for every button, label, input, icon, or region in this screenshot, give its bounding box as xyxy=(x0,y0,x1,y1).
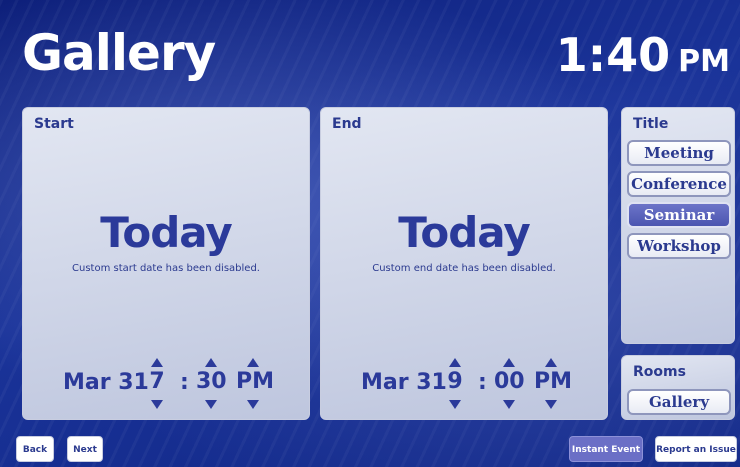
end-hour-stepper: 9 xyxy=(440,356,470,409)
instant-event-button[interactable]: Instant Event xyxy=(569,436,643,462)
end-ampm-stepper: PM xyxy=(534,356,573,409)
start-hour-down-icon[interactable] xyxy=(151,400,163,409)
end-minute-up-icon[interactable] xyxy=(503,358,515,367)
end-minute-stepper: 00 xyxy=(494,356,525,409)
end-minute-down-icon[interactable] xyxy=(503,400,515,409)
start-hour-stepper: 7 xyxy=(142,356,172,409)
start-today: Today xyxy=(100,208,232,257)
title-option-workshop[interactable]: Workshop xyxy=(627,233,731,259)
start-minute-up-icon[interactable] xyxy=(205,358,217,367)
start-ampm-down-icon[interactable] xyxy=(247,400,259,409)
room-option-gallery[interactable]: Gallery xyxy=(627,389,731,415)
end-hour-down-icon[interactable] xyxy=(449,400,461,409)
start-label: Start xyxy=(34,116,74,132)
end-ampm: PM xyxy=(534,369,573,394)
title-option-conference[interactable]: Conference xyxy=(627,171,731,197)
rooms-label: Rooms xyxy=(633,364,686,380)
start-minute: 30 xyxy=(196,369,227,394)
report-issue-button[interactable]: Report an Issue xyxy=(655,436,737,462)
start-minute-stepper: 30 xyxy=(196,356,227,409)
page-title: Gallery xyxy=(22,24,216,82)
end-minute: 00 xyxy=(494,369,525,394)
start-hour: 7 xyxy=(149,369,165,394)
back-button[interactable]: Back xyxy=(16,436,54,462)
end-date: Mar 31 xyxy=(361,370,447,395)
title-option-meeting[interactable]: Meeting xyxy=(627,140,731,166)
start-hour-up-icon[interactable] xyxy=(151,358,163,367)
end-today: Today xyxy=(398,208,530,257)
start-disabled-note: Custom start date has been disabled. xyxy=(72,263,260,274)
end-ampm-up-icon[interactable] xyxy=(545,358,557,367)
start-ampm: PM xyxy=(236,369,275,394)
end-label: End xyxy=(332,116,362,132)
title-option-seminar[interactable]: Seminar xyxy=(627,202,731,228)
start-colon: : xyxy=(180,370,189,395)
end-panel: End Today Custom end date has been disab… xyxy=(320,107,608,420)
clock-ampm: PM xyxy=(678,44,730,79)
title-panel: Title Meeting Conference Seminar Worksho… xyxy=(621,107,735,344)
clock: 1:40 PM xyxy=(556,28,730,82)
end-ampm-down-icon[interactable] xyxy=(545,400,557,409)
start-datetime: Mar 31 7 : 30 PM xyxy=(23,356,309,412)
end-datetime: Mar 31 9 : 00 PM xyxy=(321,356,607,412)
clock-time: 1:40 xyxy=(555,28,671,82)
start-date: Mar 31 xyxy=(63,370,149,395)
start-ampm-up-icon[interactable] xyxy=(247,358,259,367)
end-disabled-note: Custom end date has been disabled. xyxy=(372,263,556,274)
next-button[interactable]: Next xyxy=(67,436,103,462)
start-ampm-stepper: PM xyxy=(236,356,275,409)
rooms-panel: Rooms Gallery xyxy=(621,355,735,420)
start-panel: Start Today Custom start date has been d… xyxy=(22,107,310,420)
end-hour-up-icon[interactable] xyxy=(449,358,461,367)
start-minute-down-icon[interactable] xyxy=(205,400,217,409)
title-label: Title xyxy=(633,116,669,132)
end-hour: 9 xyxy=(447,369,463,394)
end-colon: : xyxy=(478,370,487,395)
